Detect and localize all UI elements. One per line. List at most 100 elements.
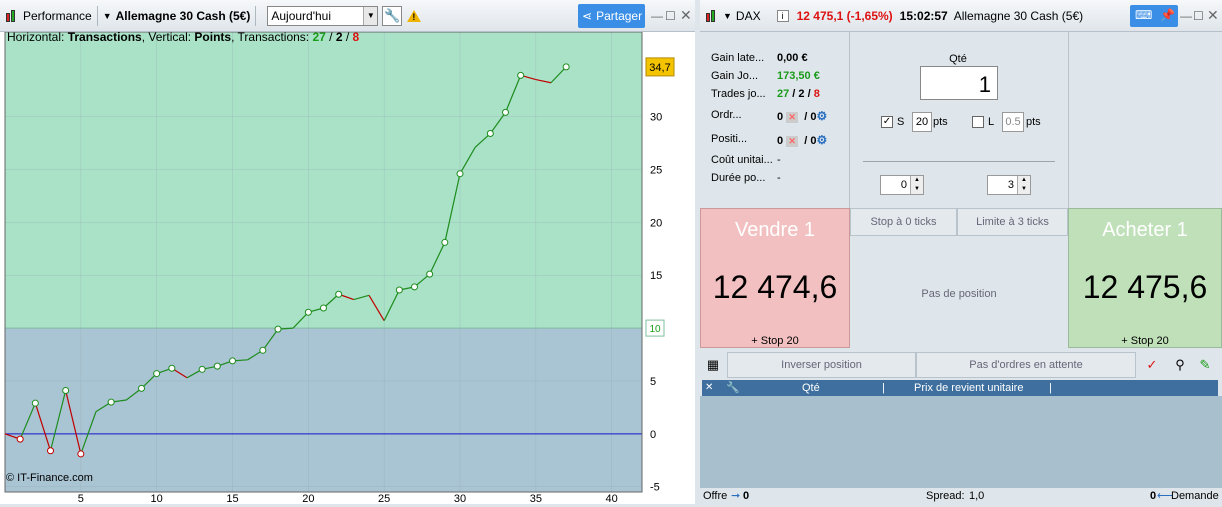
close-icon[interactable]: ✕ [680,7,692,24]
x-tick-label: 30 [454,493,466,504]
offer-label: Offre [703,490,728,502]
quote-time: 15:02:57 [899,8,948,23]
demand-label: Demande [1171,490,1219,502]
period-select[interactable]: Aujourd'hui ▼ [267,5,379,26]
gear-icon[interactable]: ⚙ [817,109,828,123]
data-point [456,170,464,178]
wrench-icon[interactable]: 🔧 [726,380,740,396]
pin-icon[interactable]: 📌 [1160,8,1175,22]
limit-checkbox[interactable] [972,116,984,128]
maximize-icon[interactable]: ☐ [1193,9,1204,23]
no-orders-button[interactable]: Pas d'ordres en attente [916,352,1136,378]
y-tick-label: 25 [650,164,662,176]
panel-title: Performance [23,8,92,23]
chart-check-icon[interactable]: ✓ [1141,354,1163,376]
stop-checkbox[interactable]: ✓ [881,116,893,128]
sell-button[interactable]: Vendre 1 12 474,6 + Stop 20 [700,208,850,348]
col-divider: | [1049,382,1052,394]
limit-input[interactable]: 0.5 [1002,112,1024,132]
info-h-value: Transactions [67,30,142,44]
share-button[interactable]: ⋖ Partager [578,4,645,28]
wrench-icon[interactable]: 🔧 [382,5,403,26]
cancel-icon[interactable]: ✕ [786,112,799,123]
stat-label: Gain Jo... [711,70,759,82]
reverse-position-button[interactable]: Inverser position [727,352,916,378]
data-point [213,362,221,370]
stat-row: Coût unitai... - [711,154,781,166]
data-point [441,238,449,246]
col-qty: Qté [802,382,820,394]
info-v-value: Points [194,30,232,44]
copyright: © IT-Finance.com [6,472,93,484]
close-positions-icon[interactable]: ✕ [705,380,713,396]
spin-left[interactable]: 0 ▲ ▼ [880,175,924,195]
stop-input[interactable]: 20 [912,112,932,132]
candlestick-icon [5,9,19,23]
divider [863,161,1055,162]
data-point [274,325,282,333]
minimize-icon[interactable]: — [1180,9,1192,23]
data-point [138,384,145,392]
info-h-prefix: Horizontal: [7,30,68,44]
limit-pts: pts [1026,116,1041,128]
gear-icon[interactable]: ⚙ [817,133,828,147]
table-layout-icon[interactable]: ▦ [702,354,724,376]
spread-value: 1,0 [969,490,985,502]
data-point [198,365,206,373]
sell-price: 12 474,6 [712,269,838,305]
buy-price: 12 475,6 [1082,269,1208,305]
share-label: Partager [596,9,643,23]
stop-ticks-button[interactable]: Stop à 0 ticks [850,208,957,236]
cancel-icon[interactable]: ✕ [786,136,799,147]
separator [96,5,98,26]
spinner-arrows-icon[interactable]: ▲ ▼ [1017,176,1030,194]
order-toolbar: ▦ Inverser position Pas d'ordres en atte… [700,350,1222,380]
attach-icon[interactable]: ⚲ [1169,354,1191,376]
candlestick-icon [705,9,719,23]
col-price: Prix de revient unitaire [914,382,1024,394]
edit-icon[interactable]: ✎ [1194,354,1216,376]
limit-ticks-button[interactable]: Limite à 3 ticks [957,208,1068,236]
chevron-down-icon[interactable]: ▼ [363,6,378,25]
info-icon[interactable]: i [776,9,789,22]
close-icon[interactable]: ✕ [1207,7,1219,24]
data-point [517,71,525,79]
empty-panel [1068,32,1222,208]
x-tick-label: 5 [78,493,84,504]
keyboard-icon[interactable]: ⌨ [1135,8,1152,22]
instrument-name[interactable]: Allemagne 30 Cash (5€) [116,9,251,23]
spin-right[interactable]: 3 ▲ ▼ [987,175,1031,195]
maximize-icon[interactable]: ☐ [665,9,676,23]
info-t-prefix: , Transactions: [231,30,313,44]
instrument-name-right: Allemagne 30 Cash (5€) [953,8,1084,23]
instrument-dropdown-icon[interactable]: ▼ [103,11,112,21]
quantity-input[interactable]: 1 [920,66,998,100]
spinner-arrows-icon[interactable]: ▲ ▼ [910,176,923,194]
data-point [502,108,509,116]
symbol-dropdown-icon[interactable]: ▼ [723,11,732,21]
minimize-icon[interactable]: — [651,9,663,23]
data-point [229,357,236,365]
stat-label: Ordr... [711,109,742,121]
data-point [562,63,570,71]
x-tick-label: 40 [606,493,618,504]
y-tick-label: 20 [650,217,662,229]
performance-chart: 510152025303540-505101520253034,710 [0,31,695,505]
info-t-total: 27 [312,30,326,44]
symbol[interactable]: DAX [736,9,761,23]
limit-label: L [988,116,995,128]
buy-button[interactable]: Acheter 1 12 475,6 + Stop 20 [1068,208,1222,348]
data-point [31,399,39,407]
data-point [426,270,434,278]
data-point [486,130,494,138]
stats-panel: Gain late... 0,00 € Gain Jo... 173,50 € Tr… [700,32,850,208]
data-point [259,346,267,354]
x-tick-label: 35 [530,493,542,504]
chart-svg: 510152025303540-505101520253034,710 [4,31,675,505]
stat-label: Positi... [711,133,748,145]
warning-icon[interactable]: ! [407,9,422,22]
upper-zone [5,32,642,329]
arrow-right-icon: ➞ [731,490,741,502]
stat-row: Gain Jo... 173,50 € [711,70,820,82]
stat-row: Gain late... 0,00 € [711,52,808,64]
